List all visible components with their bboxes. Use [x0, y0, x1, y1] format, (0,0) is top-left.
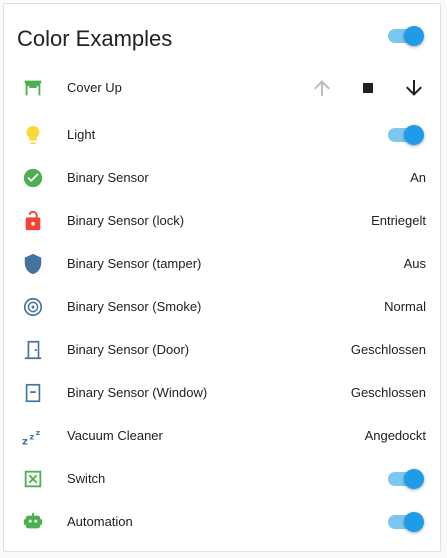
switch-box-icon[interactable] [22, 468, 44, 490]
arrow-up-icon [314, 80, 330, 96]
entity-row-vacuum-cleaner: zzz Vacuum Cleaner Angedockt [4, 416, 440, 456]
entity-label[interactable]: Binary Sensor (Window) [67, 385, 207, 400]
entity-row-binary-sensor-lock: Binary Sensor (lock) Entriegelt [4, 201, 440, 241]
entity-label[interactable]: Switch [67, 471, 105, 486]
entity-label[interactable]: Light [67, 127, 95, 142]
entity-state: Aus [403, 256, 426, 271]
entity-state: Angedockt [364, 428, 426, 443]
entity-label[interactable]: Binary Sensor (Door) [67, 342, 189, 357]
entity-label[interactable]: Binary Sensor (lock) [67, 213, 184, 228]
arrow-down-icon [406, 80, 422, 96]
entity-row-cover-up: Cover Up [4, 68, 440, 108]
entity-state: Geschlossen [350, 342, 426, 357]
entity-label[interactable]: Binary Sensor (Smoke) [67, 299, 201, 314]
lock-open-icon[interactable] [22, 210, 44, 232]
stop-icon [363, 83, 373, 93]
cover-garage-icon[interactable] [22, 77, 44, 99]
cover-stop-button[interactable] [356, 76, 380, 100]
shield-icon[interactable] [22, 253, 44, 275]
entity-row-switch: Switch [4, 459, 440, 499]
entity-row-light: Light [4, 115, 440, 155]
svg-text:z: z [22, 436, 28, 447]
entity-state: Normal [384, 299, 426, 314]
header-toggle[interactable] [388, 26, 424, 46]
entity-state: Entriegelt [371, 213, 426, 228]
entity-label[interactable]: Binary Sensor [67, 170, 149, 185]
robot-icon[interactable] [22, 511, 44, 533]
check-circle-icon[interactable] [22, 167, 44, 189]
entity-row-binary-sensor-window: Binary Sensor (Window) Geschlossen [4, 373, 440, 413]
entity-label[interactable]: Vacuum Cleaner [67, 428, 163, 443]
entity-label[interactable]: Binary Sensor (tamper) [67, 256, 201, 271]
sleep-zzz-icon[interactable]: zzz [22, 425, 44, 447]
card-header: Color Examples [4, 24, 440, 60]
entity-row-binary-sensor: Binary Sensor An [4, 158, 440, 198]
card-title: Color Examples [17, 26, 173, 51]
svg-text:z: z [36, 428, 40, 437]
door-closed-icon[interactable] [22, 339, 44, 361]
smoke-detector-icon[interactable] [22, 296, 44, 318]
automation-toggle[interactable] [388, 512, 424, 532]
entity-state: An [410, 170, 426, 185]
entity-label[interactable]: Automation [67, 514, 133, 529]
entity-label[interactable]: Cover Up [67, 80, 122, 95]
cover-open-button[interactable] [310, 76, 334, 100]
switch-toggle[interactable] [388, 469, 424, 489]
light-toggle[interactable] [388, 125, 424, 145]
cover-close-button[interactable] [402, 76, 426, 100]
entity-row-binary-sensor-smoke: Binary Sensor (Smoke) Normal [4, 287, 440, 327]
entity-state: Geschlossen [350, 385, 426, 400]
entity-row-binary-sensor-tamper: Binary Sensor (tamper) Aus [4, 244, 440, 284]
lightbulb-icon[interactable] [22, 124, 44, 146]
entities-card: Color Examples Cover Up Light Binary Sen… [3, 3, 441, 552]
entity-row-binary-sensor-door: Binary Sensor (Door) Geschlossen [4, 330, 440, 370]
entity-row-automation: Automation [4, 502, 440, 542]
svg-text:z: z [29, 432, 34, 442]
window-closed-icon[interactable] [22, 382, 44, 404]
